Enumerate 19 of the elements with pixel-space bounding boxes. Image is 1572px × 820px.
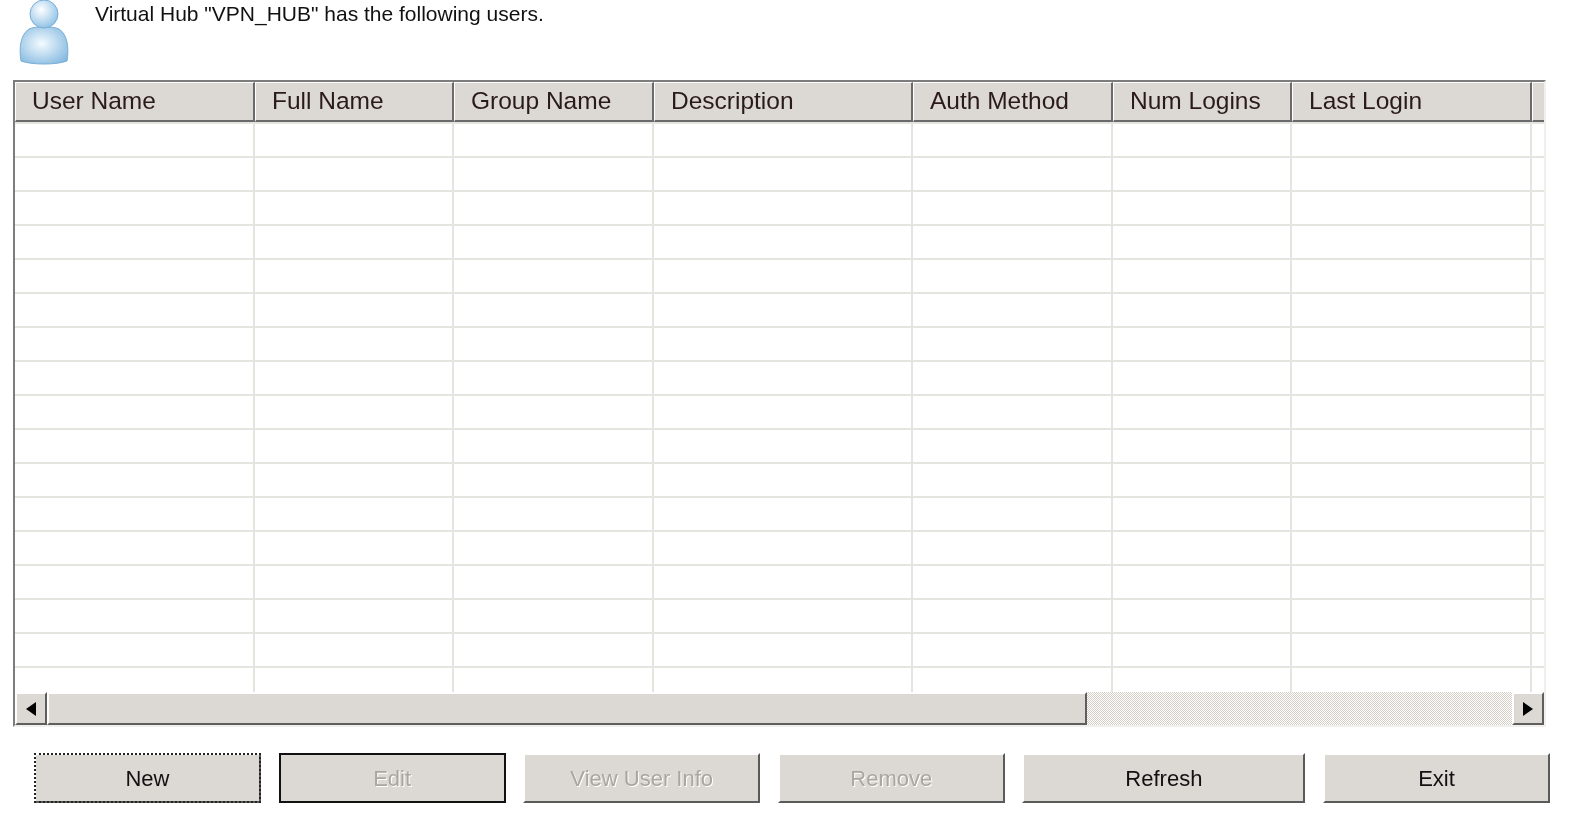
scroll-right-button[interactable] [1512,692,1544,725]
column-header[interactable]: Auth Method [913,82,1113,122]
dialog-button[interactable]: New [34,753,261,803]
column-header[interactable] [1532,82,1544,122]
column-header[interactable]: Group Name [454,82,654,122]
header-message: Virtual Hub "VPN_HUB" has the following users. [95,2,544,26]
column-header[interactable]: Full Name [255,82,454,122]
dialog-button[interactable]: Refresh [1022,753,1306,803]
caret-left-icon [26,701,36,716]
column-header[interactable]: Last Login [1292,82,1532,122]
scrollbar-thumb[interactable] [47,692,1087,725]
dialog-button[interactable]: Exit [1322,753,1550,803]
scroll-left-button[interactable] [15,692,47,725]
column-header[interactable]: User Name [15,82,255,122]
horizontal-scrollbar[interactable] [15,692,1544,725]
column-header[interactable]: Description [654,82,913,122]
caret-right-icon [1523,701,1533,716]
column-header[interactable]: Num Logins [1113,82,1292,122]
user-icon [17,0,71,65]
